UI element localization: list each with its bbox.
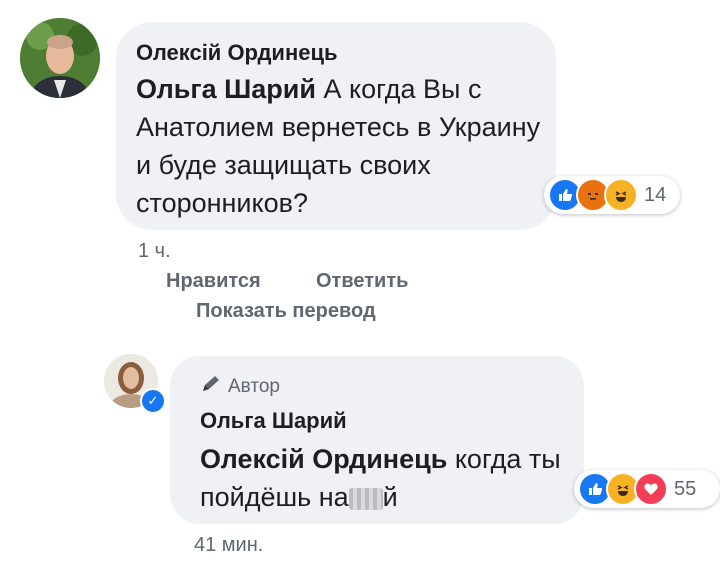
author-badge-label: Автор [228,376,280,397]
reaction-count: 55 [674,477,697,500]
reactions-summary[interactable]: 55 [574,470,720,508]
comment-author[interactable]: Олексій Ординець [136,40,338,66]
show-translation-button[interactable]: Показать перевод [196,300,376,323]
author-badge: Автор [200,374,280,400]
comment-text: Олексій Ординець когда ты пойдёшь на й [200,440,580,516]
avatar[interactable] [20,18,100,98]
comment-time[interactable]: 41 мин. [194,534,263,557]
comment-text: Ольга Шарий А когда Вы с Анатолием верне… [136,70,546,222]
mention-link[interactable]: Ольга Шарий [136,74,316,104]
reply-button[interactable]: Ответить [316,270,408,293]
comment-author[interactable]: Ольга Шарий [200,408,347,434]
like-button[interactable]: Нравится [166,270,261,293]
comment-body-end: й [382,482,398,512]
haha-icon [604,178,638,212]
comment-time[interactable]: 1 ч. [138,240,171,263]
censored-text [348,487,383,510]
verified-icon: ✓ [140,388,166,414]
reaction-count: 14 [644,183,667,206]
mention-link[interactable]: Олексій Ординець [200,444,447,474]
pencil-icon [200,374,222,400]
reactions-summary[interactable]: 14 [544,176,680,214]
heart-icon [634,472,668,506]
